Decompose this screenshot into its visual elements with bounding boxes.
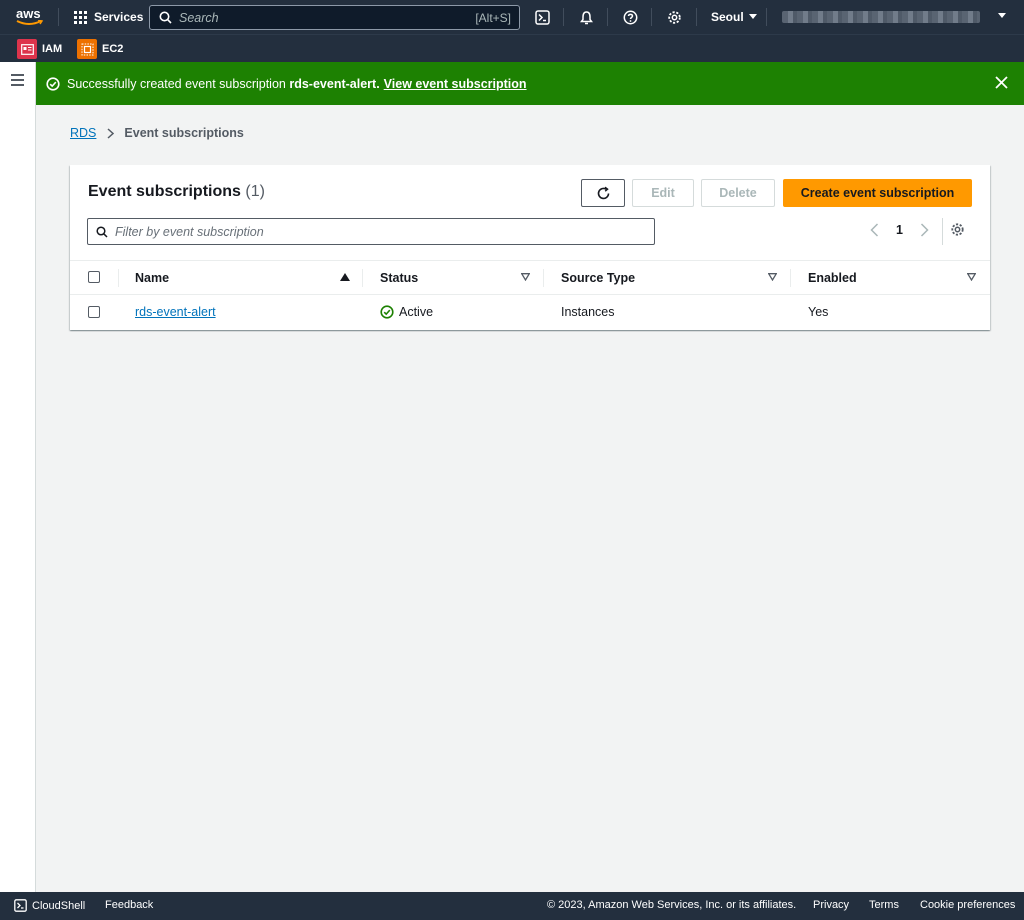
favorite-iam-label: IAM: [42, 43, 63, 55]
chevron-left-icon: [870, 223, 879, 237]
status-cell: Active: [380, 295, 433, 328]
cloudshell-icon[interactable]: [533, 8, 551, 26]
aws-logo[interactable]: aws: [14, 5, 46, 29]
services-label: Services: [94, 10, 144, 24]
subscription-name-link[interactable]: rds-event-alert: [135, 305, 216, 319]
column-header-source-type[interactable]: Source Type: [561, 261, 635, 294]
column-divider: [362, 269, 363, 287]
page-number-button[interactable]: 1: [896, 223, 903, 237]
table-header: Name Status Source Type Enabled: [70, 260, 990, 295]
edit-button[interactable]: Edit: [632, 179, 694, 207]
cloudshell-label: CloudShell: [32, 899, 86, 912]
table-row[interactable]: rds-event-alert Active Instances Yes: [70, 295, 990, 328]
copyright-text: © 2023, Amazon Web Services, Inc. or its…: [547, 899, 797, 911]
select-all-checkbox[interactable]: [88, 271, 100, 283]
cloudshell-footer-button[interactable]: CloudShell: [14, 899, 85, 912]
refresh-button[interactable]: [581, 179, 625, 207]
search-icon: [96, 225, 108, 238]
chevron-right-icon: [107, 127, 115, 139]
caret-down-icon: [748, 14, 757, 19]
nav-divider: [607, 8, 608, 26]
row-select-checkbox[interactable]: [88, 306, 100, 318]
aws-smile-icon: [16, 20, 44, 25]
cloudshell-icon: [14, 899, 27, 912]
view-event-subscription-link[interactable]: View event subscription: [384, 77, 527, 91]
services-menu-button[interactable]: Services: [74, 0, 143, 34]
table-preferences-button[interactable]: [950, 222, 965, 237]
help-icon[interactable]: [621, 8, 639, 26]
panel-title: Event subscriptions (1): [88, 183, 265, 201]
favorites-bar: IAM EC2: [0, 34, 1024, 62]
flash-subscription-name: rds-event-alert.: [289, 76, 380, 91]
next-page-button[interactable]: [920, 223, 929, 237]
cookie-preferences-link[interactable]: Cookie preferences: [920, 899, 1015, 911]
aws-logo-text: aws: [16, 6, 41, 21]
chevron-right-icon: [920, 223, 929, 237]
event-subscriptions-panel: Event subscriptions (1) Edit Delete Crea…: [70, 165, 990, 330]
column-divider: [543, 269, 544, 287]
caret-down-icon[interactable]: [998, 13, 1006, 19]
close-icon[interactable]: [995, 76, 1008, 92]
favorite-ec2-label: EC2: [102, 43, 124, 55]
nav-divider: [563, 8, 564, 26]
check-circle-icon: [46, 76, 60, 91]
iam-service-icon: [17, 39, 37, 59]
success-flash-banner: Successfully created event subscription …: [36, 62, 1024, 105]
column-divider: [118, 269, 119, 287]
nav-divider: [696, 8, 697, 26]
region-label: Seoul: [711, 10, 744, 24]
search-shortcut-hint: [Alt+S]: [475, 10, 511, 25]
source-type-cell: Instances: [561, 304, 615, 319]
bell-icon[interactable]: [577, 8, 595, 26]
refresh-icon: [597, 186, 609, 199]
region-selector[interactable]: Seoul: [711, 0, 757, 34]
filter-input[interactable]: [115, 224, 654, 239]
account-menu-redacted[interactable]: [782, 11, 980, 23]
column-header-status[interactable]: Status: [380, 261, 418, 294]
panel-title-text: Event subscriptions: [88, 183, 241, 200]
previous-page-button[interactable]: [870, 223, 879, 237]
nav-divider: [766, 8, 767, 26]
grid-icon: [74, 10, 87, 24]
column-header-name[interactable]: Name: [135, 261, 169, 294]
search-input[interactable]: [179, 10, 476, 25]
ec2-service-icon: [77, 39, 97, 59]
breadcrumb-rds-link[interactable]: RDS: [70, 126, 96, 140]
sort-icon[interactable]: [768, 273, 777, 281]
favorite-iam[interactable]: IAM: [17, 39, 62, 59]
create-event-subscription-button[interactable]: Create event subscription: [783, 179, 972, 207]
settings-gear-icon[interactable]: [665, 8, 683, 26]
pager-divider: [942, 218, 943, 245]
flash-message: Successfully created event subscription: [67, 76, 286, 91]
feedback-link[interactable]: Feedback: [105, 899, 153, 911]
breadcrumb-current: Event subscriptions: [124, 126, 244, 140]
top-navigation: aws Services [Alt+S] Seoul: [0, 0, 1024, 34]
breadcrumb: RDS Event subscriptions: [70, 126, 244, 140]
column-header-enabled[interactable]: Enabled: [808, 261, 857, 294]
enabled-cell: Yes: [808, 304, 829, 319]
nav-divider: [651, 8, 652, 26]
side-navigation-collapsed: [0, 62, 36, 892]
sort-icon[interactable]: [967, 273, 976, 281]
search-box[interactable]: [Alt+S]: [149, 5, 520, 30]
status-success-icon: [380, 304, 394, 319]
column-divider: [790, 269, 791, 287]
terms-link[interactable]: Terms: [869, 899, 899, 911]
delete-button[interactable]: Delete: [701, 179, 775, 207]
hamburger-menu-icon[interactable]: [11, 74, 24, 89]
nav-divider: [58, 8, 59, 26]
settings-gear-icon: [951, 223, 964, 236]
privacy-link[interactable]: Privacy: [813, 899, 849, 911]
status-text: Active: [399, 304, 434, 319]
console-footer: CloudShell Feedback © 2023, Amazon Web S…: [0, 892, 1024, 920]
sort-ascending-icon[interactable]: [340, 273, 350, 281]
filter-box[interactable]: [87, 218, 655, 245]
sort-icon[interactable]: [521, 273, 530, 281]
favorite-ec2[interactable]: EC2: [77, 39, 123, 59]
subscription-count: (1): [245, 183, 265, 200]
search-icon: [159, 11, 172, 24]
